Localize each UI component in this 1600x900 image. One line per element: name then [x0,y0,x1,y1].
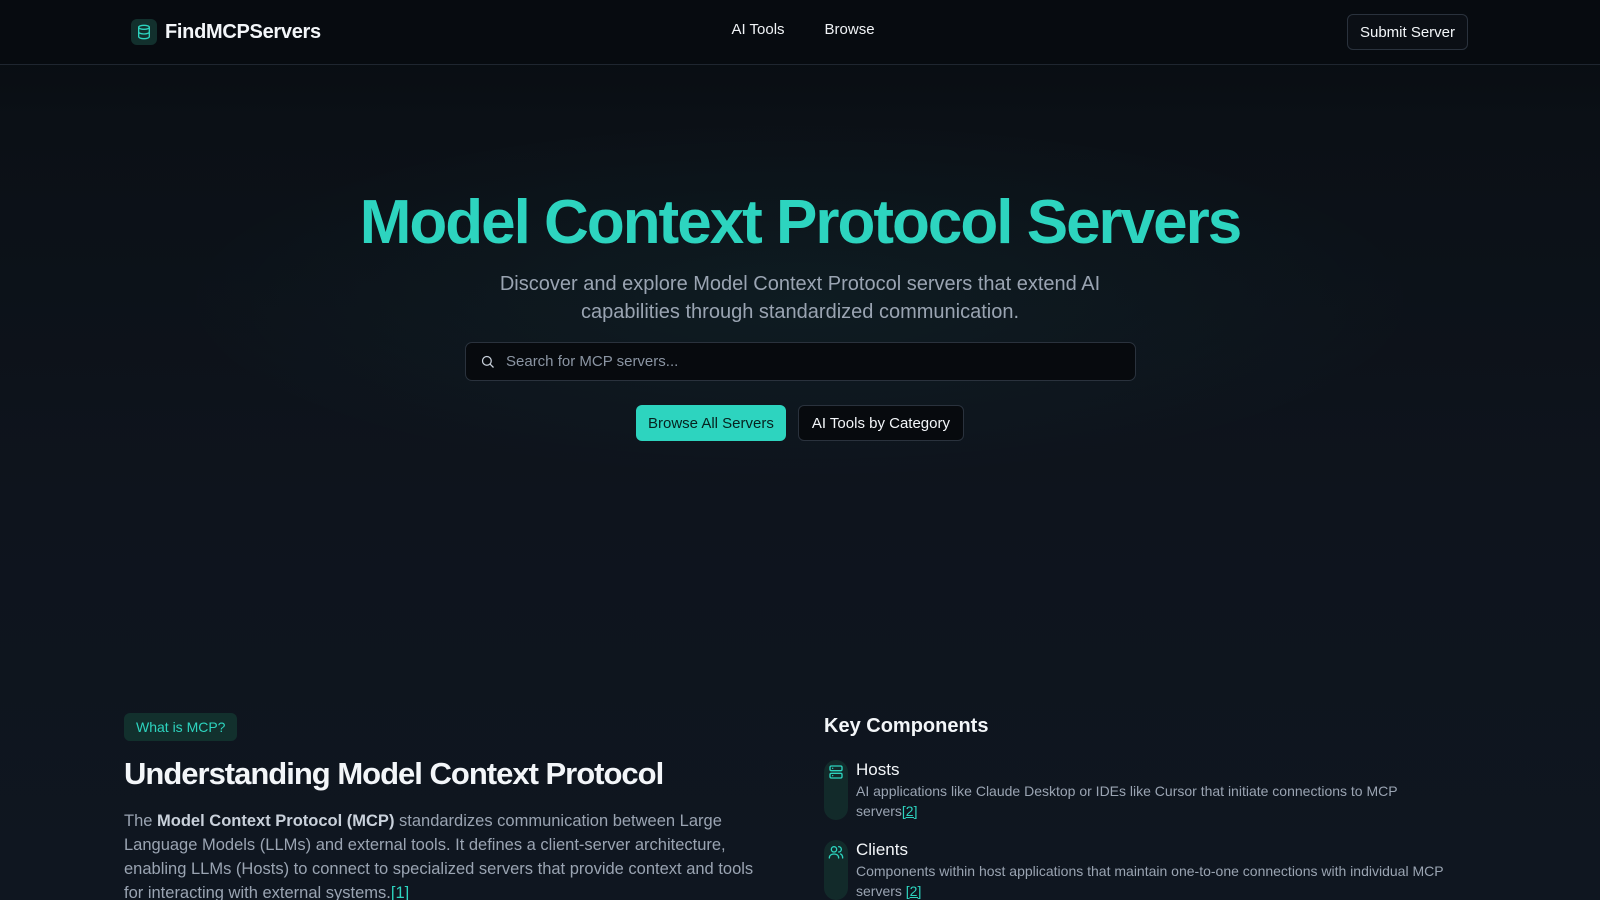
component-description-text: Components within host applications that… [856,863,1444,899]
top-navbar: FindMCPServers AI Tools Browse Submit Se… [0,0,1600,65]
about-title: Understanding Model Context Protocol [124,756,664,791]
component-description-text: AI applications like Claude Desktop or I… [856,783,1398,819]
component-description: Components within host applications that… [856,861,1456,900]
component-body: Clients Components within host applicati… [856,840,1456,900]
ai-tools-by-category-button[interactable]: AI Tools by Category [797,405,964,441]
nav-link-browse[interactable]: Browse [825,21,875,43]
hero-actions: Browse All Servers AI Tools by Category [0,405,1600,441]
citation-link[interactable]: [1] [391,884,409,900]
users-icon [824,840,848,900]
search-input[interactable] [502,343,1135,380]
key-components-title: Key Components [824,715,989,737]
submit-server-button[interactable]: Submit Server [1347,14,1468,50]
component-body: Hosts AI applications like Claude Deskto… [856,760,1456,821]
about-text-prefix: The [124,812,158,830]
citation-link[interactable]: [2] [906,883,922,899]
component-item-hosts: Hosts AI applications like Claude Deskto… [824,760,1464,820]
about-description: The Model Context Protocol (MCP) standar… [124,809,764,900]
search-icon [466,342,502,381]
what-is-mcp-badge: What is MCP? [124,713,238,741]
about-text-bold: Model Context Protocol (MCP) [157,812,395,830]
component-name: Hosts [856,760,900,779]
hero-subtitle: Discover and explore Model Context Proto… [499,273,1101,323]
nav-link-ai-tools[interactable]: AI Tools [731,21,784,43]
server-icon [824,760,848,820]
search-box[interactable] [465,342,1136,381]
browse-all-servers-button[interactable]: Browse All Servers [635,405,786,441]
citation-link[interactable]: [2] [902,803,918,819]
component-name: Clients [856,840,908,859]
component-item-clients: Clients Components within host applicati… [824,840,1464,900]
component-description: AI applications like Claude Desktop or I… [856,781,1456,821]
hero-title: Model Context Protocol Servers [359,188,1243,257]
